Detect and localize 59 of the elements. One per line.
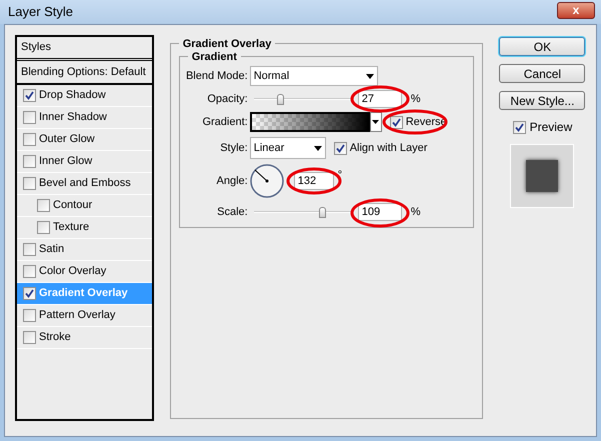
field-label: Scale: — [216, 204, 249, 220]
field-label: Blend Mode: — [186, 68, 249, 84]
checkbox[interactable] — [37, 221, 50, 234]
checkbox[interactable] — [23, 287, 36, 300]
style-list-item[interactable]: Stroke — [17, 327, 152, 349]
field-label: Opacity: — [206, 92, 249, 107]
checkbox[interactable] — [334, 142, 347, 154]
scale-field[interactable]: 109 — [358, 203, 402, 221]
dialog-button[interactable]: Cancel — [499, 64, 586, 83]
slider-thumb[interactable] — [318, 207, 326, 218]
checkbox[interactable] — [23, 111, 36, 124]
dropdown-arrow-icon — [366, 74, 374, 78]
checkbox-label: Preview — [530, 119, 572, 136]
annotation-ellipse — [382, 108, 448, 135]
dialog-button[interactable]: OK — [499, 37, 586, 56]
gradient-picker[interactable] — [250, 112, 370, 132]
field-label: Gradient: — [201, 114, 249, 130]
checkbox[interactable] — [23, 265, 36, 278]
checkbox[interactable] — [23, 331, 36, 344]
unit-label: % — [410, 92, 420, 107]
dropdown-arrow-icon — [314, 146, 322, 150]
checkbox[interactable] — [23, 243, 36, 256]
dropdown-arrow-icon — [372, 120, 380, 124]
annotation-ellipse — [286, 167, 342, 195]
checkbox[interactable] — [23, 89, 36, 102]
slider-thumb[interactable] — [276, 94, 284, 105]
style-list-item[interactable]: Texture — [17, 217, 152, 239]
angle-field[interactable]: 132 — [294, 172, 334, 190]
checkbox[interactable] — [23, 155, 36, 168]
style-list-item[interactable]: Contour — [17, 195, 152, 217]
style-list-item[interactable]: Inner Glow — [17, 151, 152, 173]
checkbox[interactable] — [390, 116, 403, 128]
checkbox[interactable] — [512, 120, 526, 134]
field-label: Angle: — [216, 174, 249, 189]
blend-mode-dropdown[interactable]: Normal — [250, 66, 378, 86]
checkbox[interactable] — [37, 199, 50, 212]
dialog-button[interactable]: New Style... — [499, 91, 586, 110]
unit-label: ° — [338, 168, 342, 183]
style-list-item[interactable]: Drop Shadow — [17, 85, 152, 107]
checkbox[interactable] — [23, 177, 36, 190]
opacity-field[interactable]: 27 — [358, 90, 402, 108]
style-list-item[interactable]: Outer Glow — [17, 129, 152, 151]
style-list-item[interactable]: Bevel and Emboss — [17, 173, 152, 195]
angle-dial-icon[interactable] — [250, 164, 284, 198]
blending-options-item[interactable]: Blending Options: Default — [17, 61, 152, 85]
checkbox[interactable] — [23, 309, 36, 322]
unit-label: % — [410, 204, 420, 220]
field-label: Style: — [219, 140, 249, 156]
checkbox-label: Align with Layer — [350, 140, 428, 156]
checkbox[interactable] — [23, 133, 36, 146]
style-list-item[interactable]: Inner Shadow — [17, 107, 152, 129]
annotation-ellipse — [350, 85, 410, 113]
style-dropdown[interactable]: Linear — [250, 137, 326, 159]
style-list-item[interactable]: Pattern Overlay — [17, 305, 152, 327]
style-list-item[interactable]: Satin — [17, 239, 152, 261]
window-title: Layer Style — [8, 3, 74, 22]
annotation-ellipse — [350, 198, 410, 228]
list-header: Styles — [17, 37, 152, 61]
preview-thumbnail — [510, 144, 574, 208]
